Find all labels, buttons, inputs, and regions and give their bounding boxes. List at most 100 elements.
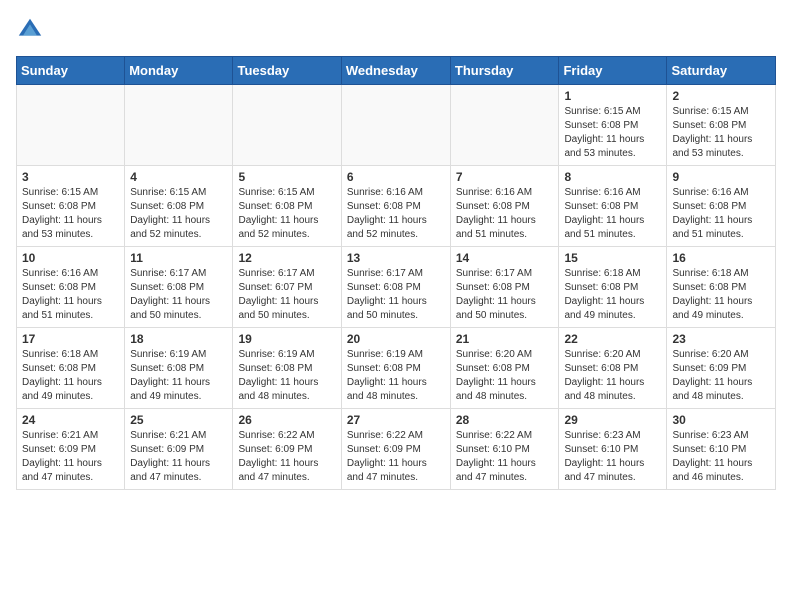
calendar-cell: 14Sunrise: 6:17 AM Sunset: 6:08 PM Dayli… <box>450 247 559 328</box>
day-info: Sunrise: 6:16 AM Sunset: 6:08 PM Dayligh… <box>672 186 770 242</box>
day-info: Sunrise: 6:19 AM Sunset: 6:08 PM Dayligh… <box>238 348 335 404</box>
day-number: 28 <box>456 413 554 427</box>
day-info: Sunrise: 6:16 AM Sunset: 6:08 PM Dayligh… <box>22 267 119 323</box>
calendar-cell: 29 Sunrise: 6:23 AM Sunset: 6:10 PM Dayli… <box>559 409 667 490</box>
day-number: 19 <box>238 332 335 346</box>
weekday-header-saturday: Saturday <box>667 57 776 85</box>
calendar-cell: 18 Sunrise: 6:19 AM Sunset: 6:08 PM Dayli… <box>125 328 233 409</box>
day-info: Sunrise: 6:22 AM Sunset: 6:10 PM Dayligh… <box>456 429 554 485</box>
day-info: Sunrise: 6:15 AM Sunset: 6:08 PM Dayligh… <box>564 105 661 161</box>
page-header <box>16 16 776 44</box>
day-number: 17 <box>22 332 119 346</box>
calendar-cell: 24 Sunrise: 6:21 AM Sunset: 6:09 PM Dayli… <box>17 409 125 490</box>
calendar-cell: 30 Sunrise: 6:23 AM Sunset: 6:10 PM Dayli… <box>667 409 776 490</box>
day-info: Sunrise: 6:17 AM Sunset: 6:07 PM Dayligh… <box>238 267 335 323</box>
day-number: 21 <box>456 332 554 346</box>
day-number: 9 <box>672 170 770 184</box>
day-info: Sunrise: 6:23 AM Sunset: 6:10 PM Dayligh… <box>672 429 770 485</box>
day-number: 18 <box>130 332 227 346</box>
calendar-cell: 9 Sunrise: 6:16 AM Sunset: 6:08 PM Daylig… <box>667 166 776 247</box>
calendar-cell: 3 Sunrise: 6:15 AM Sunset: 6:08 PM Daylig… <box>17 166 125 247</box>
week-row-3: 10 Sunrise: 6:16 AM Sunset: 6:08 PM Dayli… <box>17 247 776 328</box>
calendar-cell: 4Sunrise: 6:15 AM Sunset: 6:08 PM Daylig… <box>125 166 233 247</box>
weekday-header-sunday: Sunday <box>17 57 125 85</box>
day-info: Sunrise: 6:21 AM Sunset: 6:09 PM Dayligh… <box>130 429 227 485</box>
day-number: 15 <box>564 251 661 265</box>
day-number: 13 <box>347 251 445 265</box>
day-info: Sunrise: 6:19 AM Sunset: 6:08 PM Dayligh… <box>130 348 227 404</box>
day-info: Sunrise: 6:19 AM Sunset: 6:08 PM Dayligh… <box>347 348 445 404</box>
calendar-cell: 28 Sunrise: 6:22 AM Sunset: 6:10 PM Dayli… <box>450 409 559 490</box>
calendar-cell: 5Sunrise: 6:15 AM Sunset: 6:08 PM Daylig… <box>233 166 341 247</box>
day-number: 12 <box>238 251 335 265</box>
day-info: Sunrise: 6:20 AM Sunset: 6:08 PM Dayligh… <box>456 348 554 404</box>
calendar-cell: 17 Sunrise: 6:18 AM Sunset: 6:08 PM Dayli… <box>17 328 125 409</box>
weekday-header-row: SundayMondayTuesdayWednesdayThursdayFrid… <box>17 57 776 85</box>
day-number: 20 <box>347 332 445 346</box>
day-number: 16 <box>672 251 770 265</box>
day-info: Sunrise: 6:15 AM Sunset: 6:08 PM Dayligh… <box>22 186 119 242</box>
day-info: Sunrise: 6:21 AM Sunset: 6:09 PM Dayligh… <box>22 429 119 485</box>
calendar-cell: 15 Sunrise: 6:18 AM Sunset: 6:08 PM Dayli… <box>559 247 667 328</box>
calendar-cell: 13 Sunrise: 6:17 AM Sunset: 6:08 PM Dayli… <box>341 247 450 328</box>
day-number: 7 <box>456 170 554 184</box>
day-number: 24 <box>22 413 119 427</box>
day-info: Sunrise: 6:22 AM Sunset: 6:09 PM Dayligh… <box>238 429 335 485</box>
weekday-header-friday: Friday <box>559 57 667 85</box>
day-info: Sunrise: 6:17 AM Sunset: 6:08 PM Dayligh… <box>130 267 227 323</box>
day-number: 23 <box>672 332 770 346</box>
weekday-header-monday: Monday <box>125 57 233 85</box>
calendar-cell <box>341 85 450 166</box>
day-info: Sunrise: 6:23 AM Sunset: 6:10 PM Dayligh… <box>564 429 661 485</box>
day-number: 8 <box>564 170 661 184</box>
weekday-header-wednesday: Wednesday <box>341 57 450 85</box>
week-row-4: 17 Sunrise: 6:18 AM Sunset: 6:08 PM Dayli… <box>17 328 776 409</box>
weekday-header-thursday: Thursday <box>450 57 559 85</box>
calendar-cell: 20 Sunrise: 6:19 AM Sunset: 6:08 PM Dayli… <box>341 328 450 409</box>
calendar-cell: 26Sunrise: 6:22 AM Sunset: 6:09 PM Dayli… <box>233 409 341 490</box>
day-info: Sunrise: 6:17 AM Sunset: 6:08 PM Dayligh… <box>456 267 554 323</box>
calendar-cell <box>450 85 559 166</box>
calendar-cell: 21 Sunrise: 6:20 AM Sunset: 6:08 PM Dayli… <box>450 328 559 409</box>
day-number: 30 <box>672 413 770 427</box>
week-row-2: 3 Sunrise: 6:15 AM Sunset: 6:08 PM Daylig… <box>17 166 776 247</box>
day-info: Sunrise: 6:17 AM Sunset: 6:08 PM Dayligh… <box>347 267 445 323</box>
day-info: Sunrise: 6:15 AM Sunset: 6:08 PM Dayligh… <box>672 105 770 161</box>
logo-icon <box>16 16 44 44</box>
logo <box>16 16 48 44</box>
calendar-cell: 16Sunrise: 6:18 AM Sunset: 6:08 PM Dayli… <box>667 247 776 328</box>
day-info: Sunrise: 6:16 AM Sunset: 6:08 PM Dayligh… <box>456 186 554 242</box>
calendar-cell: 7 Sunrise: 6:16 AM Sunset: 6:08 PM Daylig… <box>450 166 559 247</box>
calendar-cell: 6 Sunrise: 6:16 AM Sunset: 6:08 PM Daylig… <box>341 166 450 247</box>
day-number: 1 <box>564 89 661 103</box>
week-row-1: 1 Sunrise: 6:15 AM Sunset: 6:08 PM Daylig… <box>17 85 776 166</box>
day-number: 3 <box>22 170 119 184</box>
day-number: 25 <box>130 413 227 427</box>
calendar-cell: 22 Sunrise: 6:20 AM Sunset: 6:08 PM Dayli… <box>559 328 667 409</box>
weekday-header-tuesday: Tuesday <box>233 57 341 85</box>
day-number: 27 <box>347 413 445 427</box>
day-info: Sunrise: 6:18 AM Sunset: 6:08 PM Dayligh… <box>564 267 661 323</box>
day-info: Sunrise: 6:22 AM Sunset: 6:09 PM Dayligh… <box>347 429 445 485</box>
calendar-cell: 11Sunrise: 6:17 AM Sunset: 6:08 PM Dayli… <box>125 247 233 328</box>
day-number: 6 <box>347 170 445 184</box>
day-number: 29 <box>564 413 661 427</box>
calendar-cell <box>233 85 341 166</box>
day-info: Sunrise: 6:20 AM Sunset: 6:09 PM Dayligh… <box>672 348 770 404</box>
calendar-table: SundayMondayTuesdayWednesdayThursdayFrid… <box>16 56 776 490</box>
calendar-cell: 2Sunrise: 6:15 AM Sunset: 6:08 PM Daylig… <box>667 85 776 166</box>
day-info: Sunrise: 6:20 AM Sunset: 6:08 PM Dayligh… <box>564 348 661 404</box>
day-info: Sunrise: 6:18 AM Sunset: 6:08 PM Dayligh… <box>22 348 119 404</box>
day-info: Sunrise: 6:16 AM Sunset: 6:08 PM Dayligh… <box>347 186 445 242</box>
calendar-cell: 12 Sunrise: 6:17 AM Sunset: 6:07 PM Dayli… <box>233 247 341 328</box>
day-number: 22 <box>564 332 661 346</box>
calendar-cell: 27 Sunrise: 6:22 AM Sunset: 6:09 PM Dayli… <box>341 409 450 490</box>
day-number: 10 <box>22 251 119 265</box>
calendar-cell: 8Sunrise: 6:16 AM Sunset: 6:08 PM Daylig… <box>559 166 667 247</box>
day-info: Sunrise: 6:15 AM Sunset: 6:08 PM Dayligh… <box>130 186 227 242</box>
calendar-cell: 19 Sunrise: 6:19 AM Sunset: 6:08 PM Dayli… <box>233 328 341 409</box>
calendar-cell: 1 Sunrise: 6:15 AM Sunset: 6:08 PM Daylig… <box>559 85 667 166</box>
calendar-cell: 23 Sunrise: 6:20 AM Sunset: 6:09 PM Dayli… <box>667 328 776 409</box>
calendar-cell <box>17 85 125 166</box>
day-number: 5 <box>238 170 335 184</box>
